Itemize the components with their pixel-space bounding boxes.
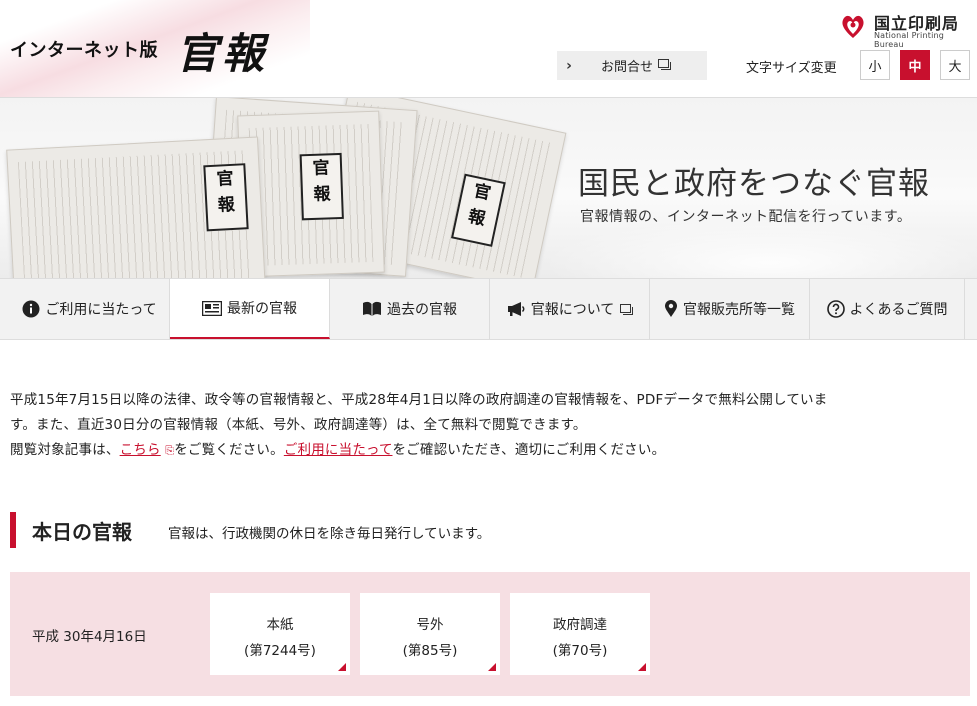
issue-card-gogai[interactable]: 号外 (第85号) (360, 593, 500, 675)
corner-arrow-icon (488, 663, 496, 671)
book-icon (362, 301, 382, 317)
contact-label: お問合せ (601, 60, 654, 75)
nav-item-label: ご利用に当たって (45, 302, 157, 318)
nav-item-label: 過去の官報 (387, 302, 457, 318)
nav-item-label: 官報について (530, 302, 615, 318)
question-icon (826, 300, 845, 318)
npb-logo[interactable]: 国立印刷局 National Printing Bureau (838, 10, 973, 49)
font-size-small-button[interactable]: 小 (860, 50, 890, 80)
hero-banner: 官報 官報 官報 官報 国民と政府をつなぐ官報 官報情報の、インターネット配信を… (0, 98, 977, 278)
npb-emblem-icon (842, 15, 864, 38)
corner-arrow-icon (338, 663, 346, 671)
nav-item-usage[interactable]: ご利用に当たって (10, 279, 170, 339)
corner-arrow-icon (638, 663, 646, 671)
site-header: インターネット版 官報 国立印刷局 National Printing Bure… (0, 0, 977, 98)
issue-number: (第85号) (402, 643, 458, 659)
contact-button[interactable]: › お問合せ (557, 51, 707, 80)
hero-swoosh (540, 218, 977, 278)
external-window-icon (658, 58, 672, 73)
usage-link[interactable]: ご利用に当たって (284, 442, 393, 458)
map-pin-icon (664, 300, 678, 318)
intro-text-segment: 閲覧対象記事は、 (10, 442, 120, 458)
npb-name-en: National Printing Bureau (874, 31, 945, 49)
nav-item-past[interactable]: 過去の官報 (330, 279, 490, 339)
nav-item-latest[interactable]: 最新の官報 (170, 279, 330, 339)
font-size-medium-button[interactable]: 中 (900, 50, 930, 80)
issue-name: 本紙 (266, 617, 294, 633)
target-articles-link[interactable]: こちら (120, 442, 161, 458)
intro-text-segment: をご覧ください。 (174, 442, 284, 458)
issue-date: 平成 30年4月16日 (32, 629, 147, 645)
issue-number: (第7244号) (244, 643, 316, 659)
issue-card-procurement[interactable]: 政府調達 (第70号) (510, 593, 650, 675)
nav-item-about[interactable]: 官報について (490, 279, 650, 339)
nav-item-label: 官報販売所等一覧 (683, 302, 795, 318)
font-size-label: 文字サイズ変更 (746, 61, 837, 76)
today-section-title: 本日の官報 (32, 520, 132, 544)
intro-text: 平成15年7月15日以降の法律、政令等の官報情報と、平成28年4月1日以降の政府… (10, 388, 970, 463)
logo-title[interactable]: 官報 (176, 20, 268, 81)
intro-text-segment: をご確認いただき、適切にご利用ください。 (392, 442, 666, 458)
chevron-right-icon: › (566, 57, 572, 74)
issue-name: 号外 (416, 617, 444, 633)
nav-item-label: よくあるご質問 (849, 302, 948, 318)
nav-item-stores[interactable]: 官報販売所等一覧 (650, 279, 810, 339)
issue-number: (第70号) (552, 643, 608, 659)
intro-line-1: 平成15年7月15日以降の法律、政令等の官報情報と、平成28年4月1日以降の政府… (10, 392, 828, 408)
main-nav: ご利用に当たって 最新の官報 過去の官報 官報について 官報販売所等一覧 よくあ… (0, 278, 977, 340)
today-section-description: 官報は、行政機関の休日を除き毎日発行しています。 (168, 526, 491, 542)
issue-card-honshi[interactable]: 本紙 (第7244号) (210, 593, 350, 675)
nav-item-label: 最新の官報 (227, 301, 297, 317)
section-accent-bar (10, 512, 16, 548)
document-link-icon: ⎘ (165, 444, 175, 457)
hero-title: 国民と政府をつなぐ官報 (578, 166, 930, 202)
intro-line-3: 閲覧対象記事は、こちら ⎘をご覧ください。ご利用に当たってをご確認いただき、適切… (10, 438, 970, 463)
newspaper-icon (202, 300, 222, 316)
font-size-large-button[interactable]: 大 (940, 50, 970, 80)
issue-name: 政府調達 (553, 617, 607, 633)
nav-item-faq[interactable]: よくあるご質問 (810, 279, 965, 339)
info-icon (22, 300, 40, 318)
intro-line-2: す。また、直近30日分の官報情報（本紙、号外、政府調達等）は、全て無料で閲覧でき… (10, 417, 587, 433)
hero-subtitle: 官報情報の、インターネット配信を行っています。 (580, 209, 912, 225)
logo-subtitle[interactable]: インターネット版 (10, 36, 158, 62)
megaphone-icon (506, 301, 526, 317)
external-window-icon (620, 303, 634, 315)
